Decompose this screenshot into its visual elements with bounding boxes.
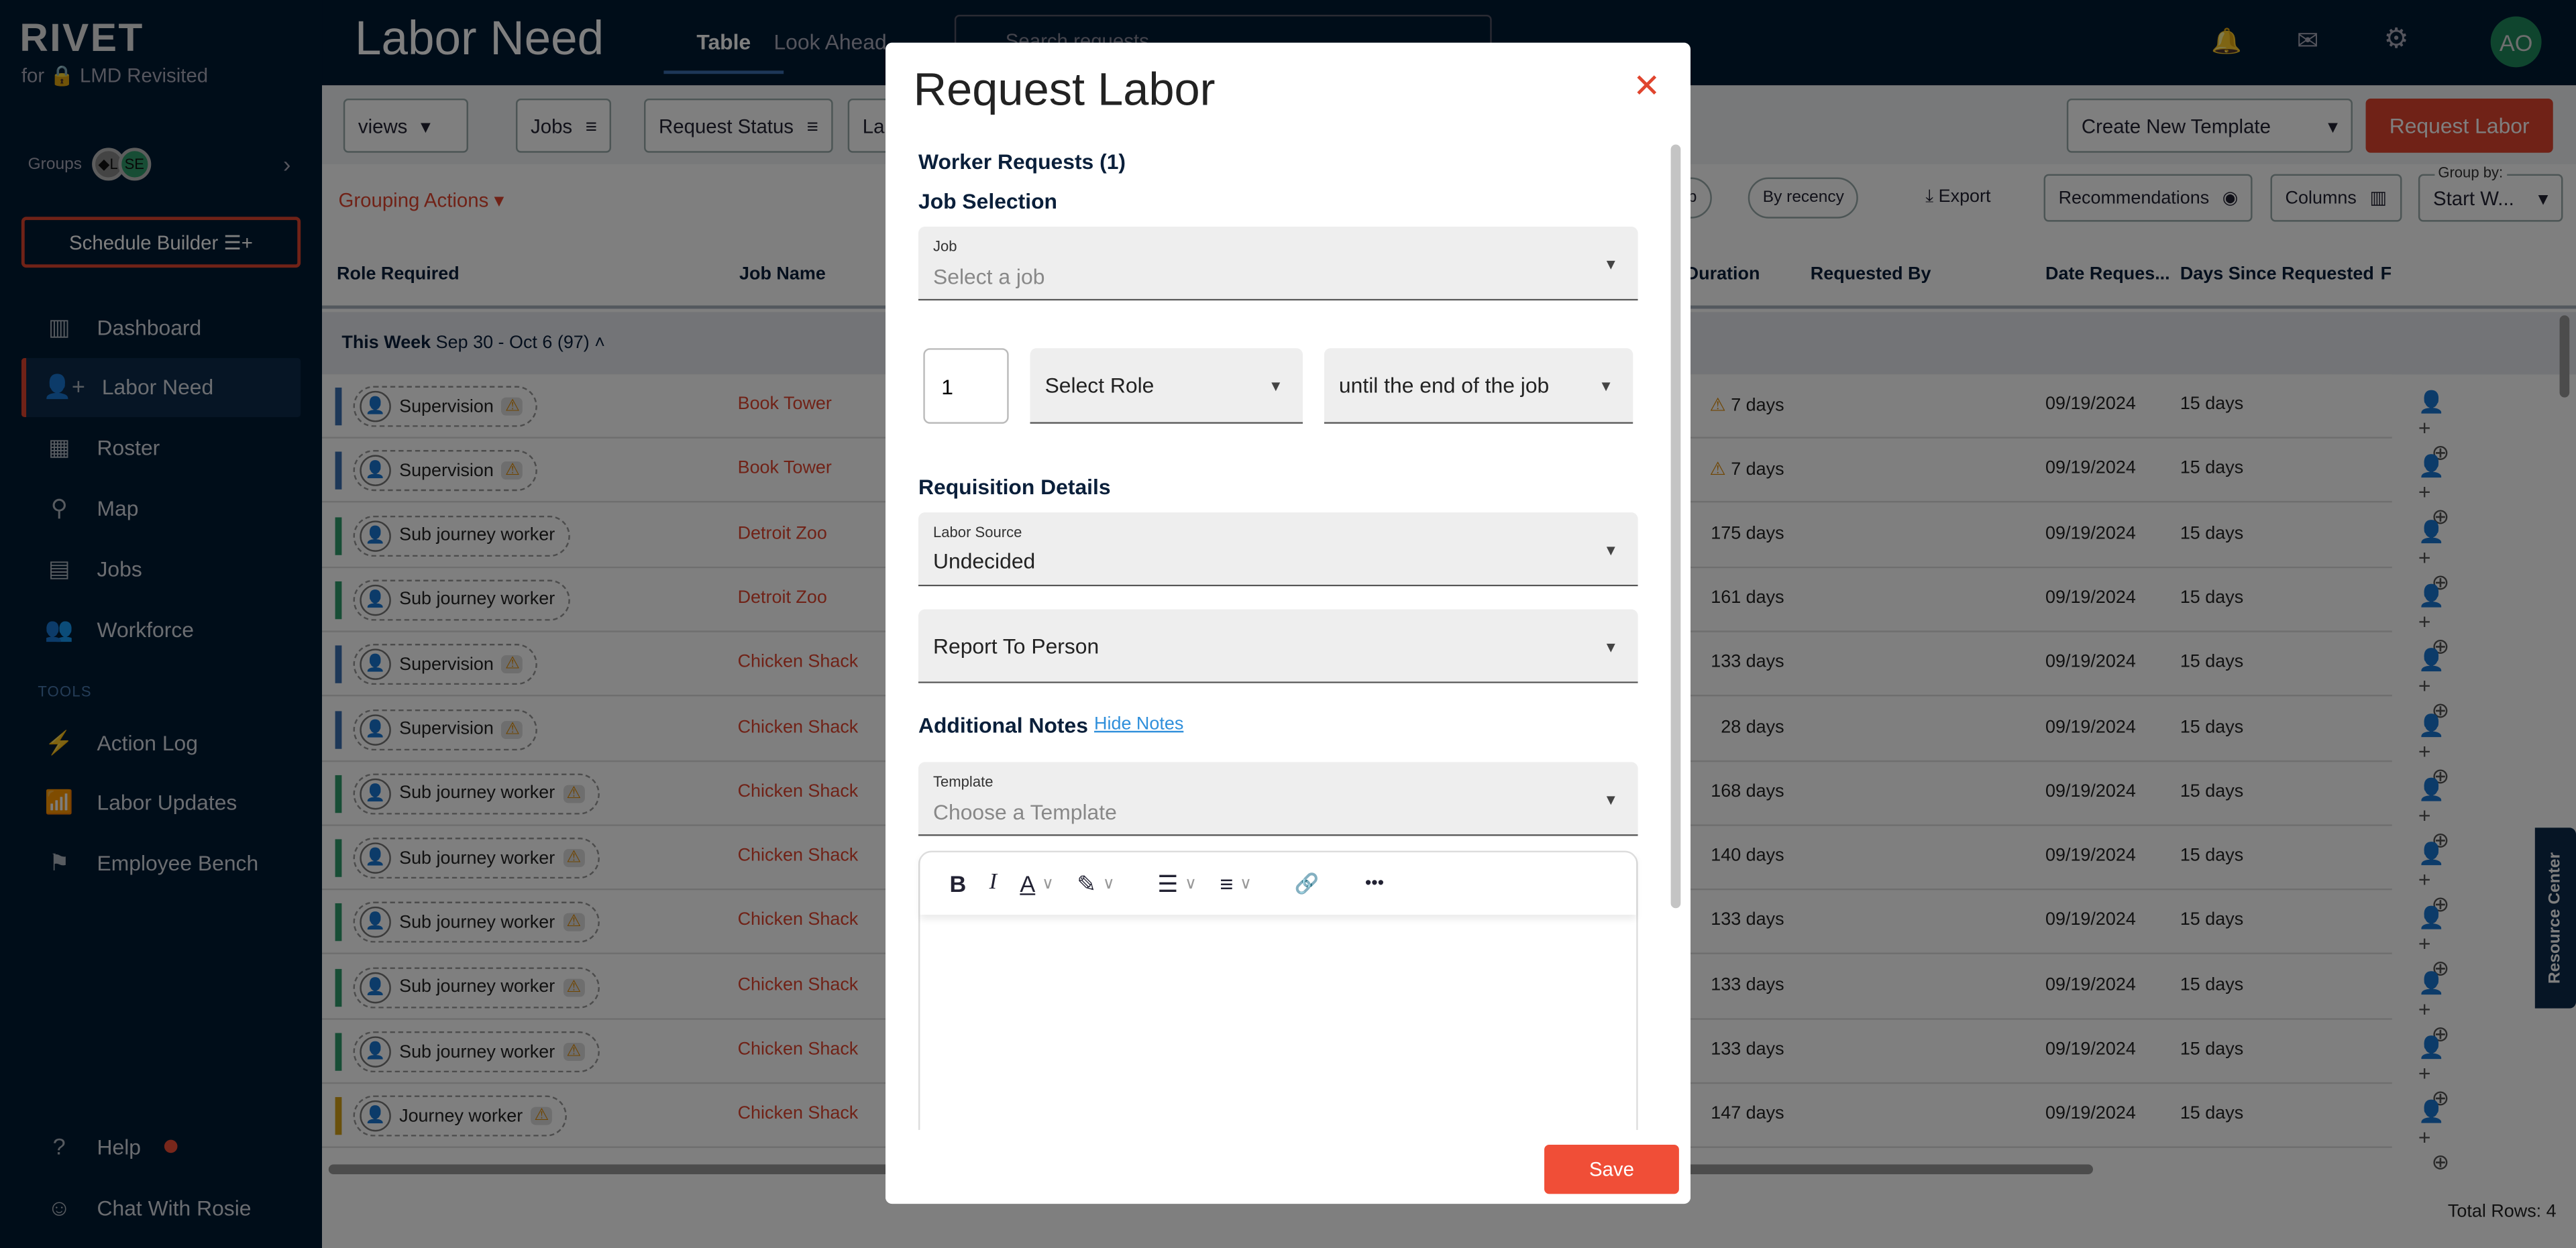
bold-icon[interactable]: B (950, 870, 967, 897)
labor-source-value: Undecided (933, 548, 1036, 573)
chevron-down-icon: ▼ (1603, 638, 1619, 656)
chevron-down-icon: ▼ (1603, 256, 1619, 273)
job-placeholder: Select a job (933, 264, 1045, 290)
labor-source-select[interactable]: Labor Source Undecided ▼ (918, 512, 1638, 587)
bullet-list-icon[interactable]: ☰ (1157, 870, 1178, 898)
job-selection-heading: Job Selection (918, 188, 1058, 214)
highlight-icon[interactable]: ✎ (1077, 870, 1096, 898)
request-labor-modal: Request Labor ✕ Worker Requests (1) Job … (885, 42, 1691, 1204)
hide-notes-link[interactable]: Hide Notes (1094, 714, 1183, 734)
worker-requests-heading: Worker Requests (1) (918, 149, 1126, 174)
numbered-list-icon[interactable]: ≡ (1220, 870, 1233, 897)
report-to-label: Report To Person (933, 634, 1099, 659)
modal-scrollbar[interactable] (1670, 144, 1681, 909)
template-select[interactable]: Template Choose a Template ▼ (918, 762, 1638, 836)
chevron-down-icon: ▼ (1603, 791, 1619, 808)
italic-icon[interactable]: I (989, 870, 997, 897)
chevron-down-icon: ▼ (1603, 542, 1619, 559)
job-select[interactable]: Job Select a job ▼ (918, 226, 1638, 301)
report-to-select[interactable]: Report To Person ▼ (918, 609, 1638, 683)
duration-select[interactable]: until the end of the job ▼ (1324, 348, 1633, 424)
labor-source-label: Labor Source (933, 524, 1022, 541)
modal-title: Request Labor (913, 64, 1216, 115)
template-label: Template (933, 773, 994, 790)
requisition-details-heading: Requisition Details (918, 474, 1111, 500)
chevron-down-icon[interactable]: ∨ (1103, 874, 1115, 893)
save-button[interactable]: Save (1544, 1144, 1679, 1194)
editor-toolbar: B I A ∨ ✎ ∨ ☰ ∨ ≡ ∨ 🔗 ••• (920, 852, 1636, 915)
chevron-down-icon[interactable]: ∨ (1042, 874, 1054, 893)
template-placeholder: Choose a Template (933, 799, 1117, 825)
chevron-down-icon[interactable]: ∨ (1185, 874, 1197, 893)
more-icon[interactable]: ••• (1365, 874, 1384, 893)
text-color-icon[interactable]: A (1020, 870, 1035, 897)
chevron-down-icon[interactable]: ∨ (1240, 874, 1252, 893)
chevron-down-icon: ▼ (1599, 378, 1613, 394)
chevron-down-icon: ▼ (1268, 378, 1283, 394)
role-placeholder: Select Role (1044, 372, 1155, 398)
role-select[interactable]: Select Role ▼ (1030, 348, 1303, 424)
close-icon[interactable]: ✕ (1633, 66, 1660, 107)
additional-notes-heading: Additional Notes (918, 712, 1088, 738)
job-label: Job (933, 238, 957, 255)
link-icon[interactable]: 🔗 (1295, 872, 1320, 895)
duration-value: until the end of the job (1338, 372, 1550, 398)
quantity-input[interactable]: 1 (923, 348, 1009, 424)
